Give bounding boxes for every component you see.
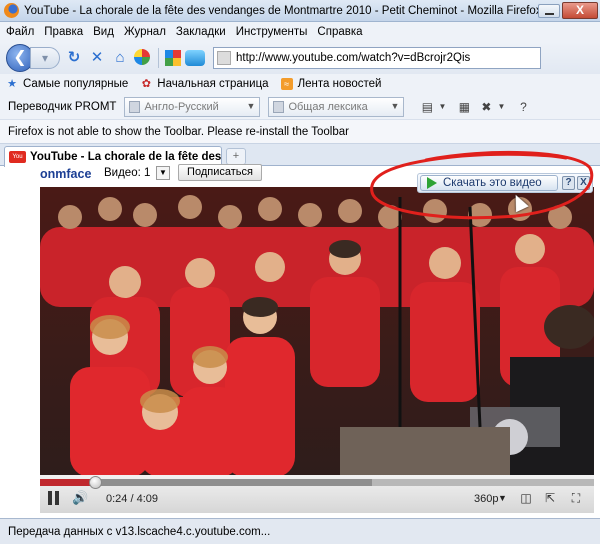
menu-view[interactable]: Вид — [93, 26, 114, 38]
menu-bookmarks[interactable]: Закладки — [176, 26, 226, 38]
menu-help[interactable]: Справка — [317, 26, 362, 38]
toolbar-error-notice: Firefox is not able to show the Toolbar.… — [0, 120, 600, 144]
menu-edit[interactable]: Правка — [44, 26, 83, 38]
choir-illustration — [40, 187, 594, 475]
rss-icon: ≈ — [280, 78, 293, 90]
apps-grid-icon[interactable] — [165, 50, 181, 66]
subscribe-button[interactable]: Подписаться — [178, 164, 262, 181]
dropdown-arrow-icon[interactable]: ▼ — [435, 100, 449, 114]
downloader-help-button[interactable]: ? — [562, 176, 575, 190]
home-icon[interactable]: ⌂ — [111, 49, 129, 67]
menu-bar: Файл Правка Вид Журнал Закладки Инструме… — [0, 22, 600, 42]
title-bar: YouTube - La chorale de la fête des vend… — [0, 0, 600, 22]
expand-icon[interactable]: ⇱ — [542, 491, 558, 505]
youtube-favicon-icon: You — [9, 151, 26, 163]
url-text[interactable]: http://www.youtube.com/watch?v=dBcrojr2Q… — [236, 52, 470, 64]
start-page-icon: ✿ — [141, 78, 151, 90]
status-bar: Передача данных с v13.lscache4.c.youtube… — [0, 518, 600, 544]
help-icon[interactable]: ? — [516, 100, 530, 114]
messenger-icon[interactable] — [185, 50, 205, 66]
bookmark-start-page[interactable]: ✿ Начальная страница — [140, 78, 269, 90]
promt-label: Переводчик PROMT — [8, 100, 117, 113]
bookmark-star-icon: ★ — [7, 78, 17, 90]
chevron-down-icon[interactable]: ▼ — [156, 166, 170, 180]
close-window-button[interactable]: X — [562, 2, 598, 19]
dictionary-icon — [129, 100, 141, 113]
topic-icon — [273, 100, 285, 113]
scrubber-handle[interactable] — [89, 476, 102, 489]
tab-strip: You YouTube - La chorale de la fête des … — [0, 144, 600, 167]
translate-page-icon[interactable]: ▤ — [420, 100, 434, 114]
url-bar[interactable]: http://www.youtube.com/watch?v=dBcrojr2Q… — [213, 47, 541, 69]
volume-icon[interactable]: 🔊 — [72, 490, 88, 506]
fullscreen-icon[interactable]: ⛶ — [568, 491, 584, 505]
download-video-button[interactable]: Скачать это видео — [420, 175, 558, 191]
bookmark-label: Начальная страница — [157, 78, 269, 90]
bookmark-label: Самые популярные — [23, 78, 129, 90]
download-label: Скачать это видео — [443, 177, 542, 189]
navigation-toolbar: ❮ ▾ ↻ ✕ ⌂ http://www.youtube.com/watch?v… — [0, 42, 600, 74]
downloader-close-button[interactable]: X — [577, 176, 590, 190]
translation-direction-select[interactable]: Англо-Русский ▼ — [124, 96, 261, 117]
new-tab-button[interactable]: + — [226, 148, 246, 165]
window-title: YouTube - La chorale de la fête des vend… — [24, 4, 542, 17]
popout-icon[interactable]: ◫ — [518, 491, 534, 505]
dropdown-arrow-icon[interactable]: ▼ — [494, 100, 508, 114]
firefox-window: YouTube - La chorale de la fête des vend… — [0, 0, 600, 544]
bookmark-label: Лента новостей — [297, 78, 382, 90]
played-progress — [40, 479, 95, 486]
video-count: Видео: 1 — [104, 167, 151, 179]
video-downloader-bar: Скачать это видео ? X — [417, 173, 593, 193]
settings-tools-icon[interactable]: ✖ — [479, 100, 493, 114]
minimize-button[interactable] — [538, 4, 560, 18]
bookmark-most-visited[interactable]: ★ Самые популярные — [6, 78, 128, 90]
translate-selection-icon[interactable]: ▦ — [457, 100, 471, 114]
play-icon — [427, 177, 437, 189]
tab-title: YouTube - La chorale de la fête des v... — [30, 151, 221, 163]
forward-button[interactable]: ▾ — [30, 47, 60, 69]
progress-bar[interactable] — [40, 476, 594, 489]
toolbar-separator — [158, 48, 159, 68]
time-display: 0:24 / 4:09 — [106, 493, 158, 505]
chevron-down-icon: ▼ — [390, 100, 400, 111]
bookmark-news-feed[interactable]: ≈ Лента новостей — [280, 78, 382, 90]
quality-select[interactable]: 360p — [474, 493, 498, 505]
menu-tools[interactable]: Инструменты — [236, 26, 308, 38]
site-identity-icon[interactable] — [217, 51, 231, 65]
topic-value: Общая лексика — [288, 100, 368, 113]
chevron-down-icon: ▼ — [246, 100, 256, 111]
addon-flower-icon[interactable] — [134, 49, 152, 67]
topic-select[interactable]: Общая лексика ▼ — [268, 96, 405, 117]
bookmarks-toolbar: ★ Самые популярные ✿ Начальная страница … — [0, 74, 600, 94]
page-content: onmface Видео: 1 ▼ Подписаться 🔊 0:24 / … — [0, 164, 600, 519]
firefox-logo-icon — [4, 3, 19, 18]
pause-icon[interactable] — [48, 491, 60, 505]
channel-name[interactable]: onmface — [40, 167, 91, 181]
chevron-down-icon[interactable]: ▼ — [498, 493, 507, 503]
promt-toolbar: Переводчик PROMT Англо-Русский ▼ Общая л… — [0, 94, 600, 120]
reload-icon[interactable]: ↻ — [65, 49, 83, 67]
menu-history[interactable]: Журнал — [124, 26, 166, 38]
menu-file[interactable]: Файл — [6, 26, 34, 38]
translation-direction-value: Англо-Русский — [144, 100, 219, 113]
player-controls: 🔊 0:24 / 4:09 360p ▼ ◫ ⇱ ⛶ — [40, 475, 594, 513]
stop-icon[interactable]: ✕ — [88, 49, 106, 67]
video-frame[interactable] — [40, 187, 594, 475]
